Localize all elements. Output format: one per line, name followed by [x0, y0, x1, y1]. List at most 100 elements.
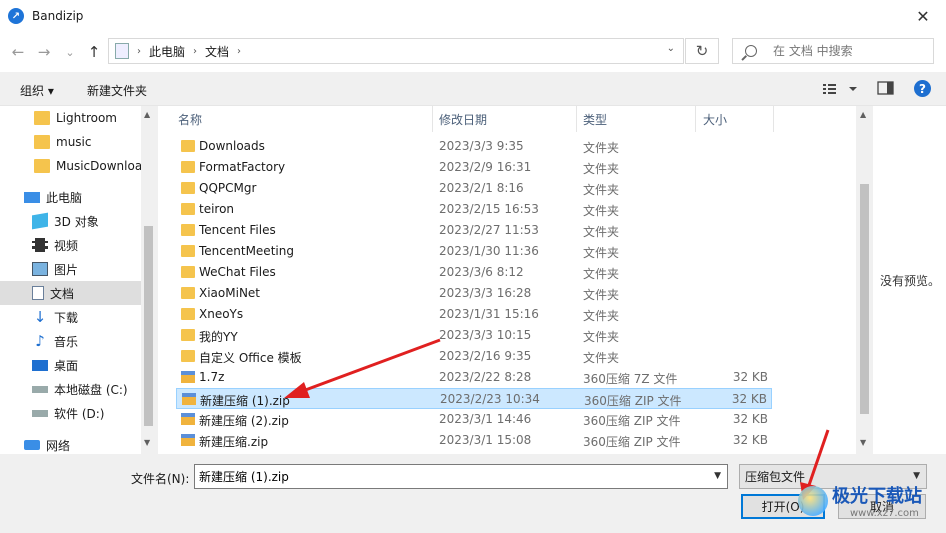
chevron-down-icon[interactable]: ▼	[714, 471, 721, 481]
folder-icon	[34, 111, 50, 125]
sidebar-item-videos[interactable]: 视频	[0, 233, 141, 257]
scrollbar-thumb[interactable]	[144, 226, 153, 426]
preview-pane-button[interactable]	[877, 81, 894, 98]
column-header-type[interactable]: 类型	[583, 106, 607, 132]
column-divider[interactable]	[576, 106, 577, 132]
preview-pane-icon	[877, 81, 894, 95]
sidebar-item-lightroom[interactable]: Lightroom	[0, 106, 141, 130]
file-size: 32 KB	[732, 412, 768, 426]
file-row[interactable]: 我的YY 2023/3/3 10:15 文件夹	[176, 325, 772, 346]
search-box[interactable]	[732, 38, 934, 64]
sidebar-item-label: 本地磁盘 (C:)	[54, 382, 128, 397]
file-type: 360压缩 ZIP 文件	[584, 394, 682, 408]
file-row[interactable]: TencentMeeting 2023/1/30 11:36 文件夹	[176, 241, 772, 262]
file-date: 2023/2/27 11:53	[439, 223, 539, 237]
pictures-icon	[32, 262, 48, 276]
file-row[interactable]: FormatFactory 2023/2/9 16:31 文件夹	[176, 157, 772, 178]
file-name: FormatFactory	[199, 160, 286, 174]
recent-locations-icon[interactable]: ⌄	[60, 40, 80, 64]
column-divider[interactable]	[432, 106, 433, 132]
watermark-url: www.xz7.com	[850, 508, 919, 519]
breadcrumb-documents[interactable]: 文档	[205, 43, 229, 60]
sidebar-item-pictures[interactable]: 图片	[0, 257, 141, 281]
chevron-right-icon: ›	[193, 45, 198, 57]
view-options-button[interactable]	[822, 82, 858, 99]
up-arrow-icon[interactable]: ↑	[84, 40, 104, 64]
file-row-selected[interactable]: 新建压缩 (1).zip 2023/2/23 10:34 360压缩 ZIP 文…	[176, 388, 772, 409]
sidebar-item-desktop[interactable]: 桌面	[0, 353, 141, 377]
column-divider[interactable]	[773, 106, 774, 132]
archive-file-icon	[181, 413, 195, 425]
file-row[interactable]: 新建压缩 (2).zip 2023/3/1 14:46 360压缩 ZIP 文件…	[176, 409, 772, 430]
navigation-pane: Lightroom music MusicDownloa 此电脑 3D 对象 视…	[0, 106, 156, 454]
sidebar-item-3d-objects[interactable]: 3D 对象	[0, 209, 141, 233]
close-button[interactable]: ✕	[900, 0, 946, 32]
network-icon	[24, 440, 40, 450]
file-type: 文件夹	[583, 351, 620, 365]
refresh-button[interactable]: ↻	[685, 38, 719, 64]
file-name: QQPCMgr	[199, 181, 257, 195]
sidebar-item-network[interactable]: 网络	[0, 433, 141, 454]
organize-menu-button[interactable]: 组织 ▾	[20, 82, 54, 99]
search-input[interactable]	[773, 44, 923, 58]
help-icon[interactable]: ?	[914, 80, 931, 97]
file-row[interactable]: XneoYs 2023/1/31 15:16 文件夹	[176, 304, 772, 325]
file-type: 360压缩 7Z 文件	[583, 372, 678, 386]
file-name: 新建压缩 (2).zip	[199, 414, 289, 428]
file-list: ^ 名称 修改日期 类型 大小 Downloads 2023/3/3 9:35 …	[158, 106, 856, 454]
scroll-up-icon[interactable]: ▲	[860, 110, 866, 119]
toolbar: 组织 ▾ 新建文件夹	[0, 72, 946, 106]
filename-combobox[interactable]: ▼	[194, 464, 728, 489]
column-header-name[interactable]: 名称	[178, 106, 202, 132]
sidebar-item-label: 文档	[50, 286, 75, 301]
file-row[interactable]: 新建压缩.zip 2023/3/1 15:08 360压缩 ZIP 文件 32 …	[176, 430, 772, 451]
forward-arrow-icon[interactable]: →	[34, 40, 54, 64]
folder-icon	[181, 224, 195, 236]
archive-file-icon	[182, 393, 196, 405]
column-divider[interactable]	[695, 106, 696, 132]
file-row[interactable]: 自定义 Office 模板 2023/2/16 9:35 文件夹	[176, 346, 772, 367]
file-name: 新建压缩 (1).zip	[200, 394, 290, 408]
new-folder-button[interactable]: 新建文件夹	[87, 82, 147, 99]
file-row[interactable]: WeChat Files 2023/3/6 8:12 文件夹	[176, 262, 772, 283]
sidebar-item-documents[interactable]: 文档	[0, 281, 141, 305]
scroll-down-icon[interactable]: ▼	[860, 438, 866, 447]
address-bar[interactable]: › 此电脑 › 文档 › ⌄	[108, 38, 684, 64]
bandizip-app-icon: ↗	[8, 8, 24, 24]
filename-field[interactable]	[195, 465, 695, 488]
folder-icon	[181, 161, 195, 173]
sidebar-item-label: 图片	[54, 262, 79, 277]
file-row[interactable]: Tencent Files 2023/2/27 11:53 文件夹	[176, 220, 772, 241]
scroll-up-icon[interactable]: ▲	[144, 110, 150, 119]
preview-pane: 没有预览。	[873, 106, 946, 454]
scrollbar-thumb[interactable]	[860, 184, 869, 414]
file-row[interactable]: QQPCMgr 2023/2/1 8:16 文件夹	[176, 178, 772, 199]
folder-icon	[34, 159, 50, 173]
breadcrumb-this-pc[interactable]: 此电脑	[149, 43, 185, 60]
file-list-scrollbar[interactable]: ▲ ▼	[856, 106, 873, 454]
chevron-down-icon[interactable]: ⌄	[667, 43, 675, 54]
file-date: 2023/3/6 8:12	[439, 265, 524, 279]
sidebar-item-music[interactable]: ♪ 音乐	[0, 329, 141, 353]
sidebar-item-this-pc[interactable]: 此电脑	[0, 185, 141, 209]
sidebar-item-drive-c[interactable]: 本地磁盘 (C:)	[0, 377, 141, 401]
file-row[interactable]: 1.7z 2023/2/22 8:28 360压缩 7Z 文件 32 KB	[176, 367, 772, 388]
sidebar-item-drive-d[interactable]: 软件 (D:)	[0, 401, 141, 425]
file-type: 文件夹	[583, 309, 620, 323]
column-header-date[interactable]: 修改日期	[439, 106, 487, 132]
music-icon: ♪	[35, 332, 45, 350]
sidebar-scrollbar[interactable]: ▲ ▼	[141, 106, 156, 454]
file-row[interactable]: teiron 2023/2/15 16:53 文件夹	[176, 199, 772, 220]
column-header-size[interactable]: 大小	[703, 106, 727, 132]
sidebar-item-music-folder[interactable]: music	[0, 130, 141, 154]
sidebar-item-musicdownload[interactable]: MusicDownloa	[0, 154, 141, 178]
file-date: 2023/2/16 9:35	[439, 349, 532, 363]
scroll-down-icon[interactable]: ▼	[144, 438, 150, 447]
window-title: Bandizip	[32, 9, 84, 23]
back-arrow-icon[interactable]: ←	[8, 40, 28, 64]
file-date: 2023/3/1 14:46	[439, 412, 532, 426]
file-date: 2023/2/23 10:34	[440, 392, 540, 406]
file-row[interactable]: XiaoMiNet 2023/3/3 16:28 文件夹	[176, 283, 772, 304]
sidebar-item-downloads[interactable]: ↓ 下载	[0, 305, 141, 329]
file-row[interactable]: Downloads 2023/3/3 9:35 文件夹	[176, 136, 772, 157]
